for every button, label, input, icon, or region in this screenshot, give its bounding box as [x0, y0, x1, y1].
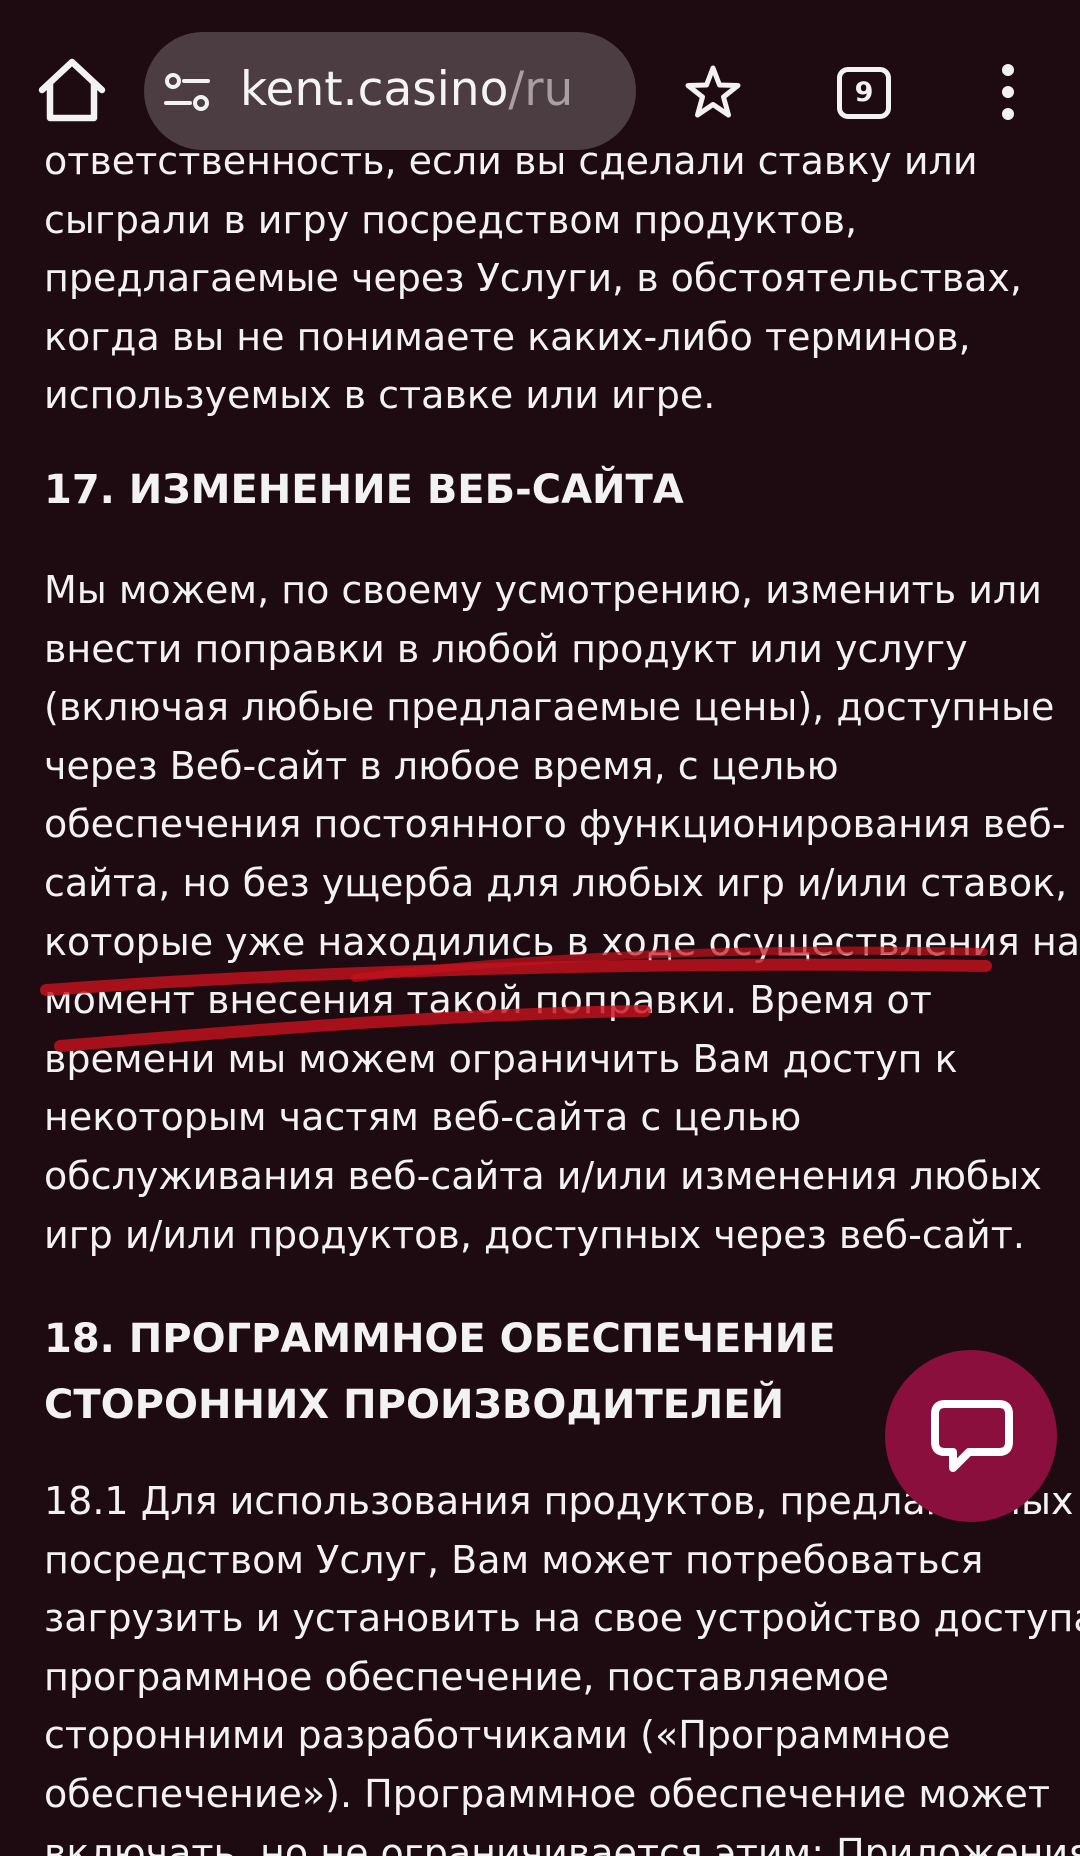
url-path: /ru — [508, 62, 574, 117]
section-17-paragraph: Мы можем, по своему усмотрению, изменить… — [44, 561, 1080, 1264]
tabs-button[interactable]: 9 — [837, 67, 891, 119]
more-menu-button[interactable] — [994, 62, 1022, 122]
text-line: сыграли в игру посредством продуктов, — [44, 197, 858, 242]
text-line: загрузить и установить на свое устройств… — [44, 1596, 1080, 1641]
section-18-paragraph: 18.1 Для использования продуктов, предла… — [44, 1472, 1080, 1856]
intro-paragraph: ответственность, если вы сделали ставку … — [44, 132, 1044, 425]
text-line: которые уже находились в ходе осуществле… — [44, 919, 1080, 964]
more-vert-icon — [1002, 64, 1014, 120]
text-line: включать, но не ограничивается этим: При… — [44, 1830, 1080, 1856]
bookmark-button[interactable] — [683, 63, 743, 123]
text-line: когда вы не понимаете каких-либо термино… — [44, 314, 971, 359]
text-line: программное обеспечение, поставляемое — [44, 1654, 890, 1699]
text-line: момент внесения такой поправки. Время от — [44, 978, 932, 1023]
text-line: сайта, но без ущерба для любых игр и/или… — [44, 860, 1068, 905]
tune-icon[interactable] — [164, 72, 210, 112]
text-line: сторонними разработчиками («Программное — [44, 1713, 951, 1758]
star-icon — [685, 65, 741, 118]
text-line: обеспечение»). Программное обеспечение м… — [44, 1772, 1051, 1817]
text-line: используемых в ставке или игре. — [44, 373, 716, 418]
chat-button[interactable] — [885, 1350, 1057, 1522]
text-line: 18.1 Для использования продуктов, предла… — [44, 1479, 1074, 1524]
text-line: предлагаемые через Услуги, в обстоятельс… — [44, 256, 1022, 301]
browser-toolbar: kent.casino/ru 9 — [0, 0, 1080, 150]
text-line: (включая любые предлагаемые цены), досту… — [44, 685, 1055, 730]
home-button[interactable] — [34, 52, 110, 128]
text-line: обслуживания веб-сайта и/или изменения л… — [44, 1153, 1042, 1198]
text-line: посредством Услуг, Вам может потребовать… — [44, 1537, 984, 1582]
chat-bubble-icon — [931, 1400, 1013, 1472]
section-17-heading: 17. ИЗМЕНЕНИЕ ВЕБ-САЙТА — [44, 466, 684, 513]
terms-article: ответственность, если вы сделали ставку … — [44, 132, 1080, 1856]
url-text[interactable]: kent.casino/ru — [240, 60, 573, 120]
url-host: kent.casino — [240, 62, 509, 117]
text-line: внести поправки в любой продукт или услу… — [44, 626, 968, 671]
text-line: обеспечения постоянного функционирования… — [44, 802, 1066, 847]
text-line: времени мы можем ограничить Вам доступ к — [44, 1036, 958, 1081]
address-bar[interactable]: kent.casino/ru — [144, 32, 636, 150]
home-icon — [38, 58, 106, 122]
text-line: некоторым частям веб-сайта с целью — [44, 1095, 802, 1140]
text-line: через Веб-сайт в любое время, с целью — [44, 743, 839, 788]
heading-line: 18. ПРОГРАММНОЕ ОБЕСПЕЧЕНИЕ — [44, 1316, 836, 1363]
text-line: игр и/или продуктов, доступных через веб… — [44, 1212, 1025, 1257]
text-line: Мы можем, по своему усмотрению, изменить… — [44, 567, 1042, 612]
